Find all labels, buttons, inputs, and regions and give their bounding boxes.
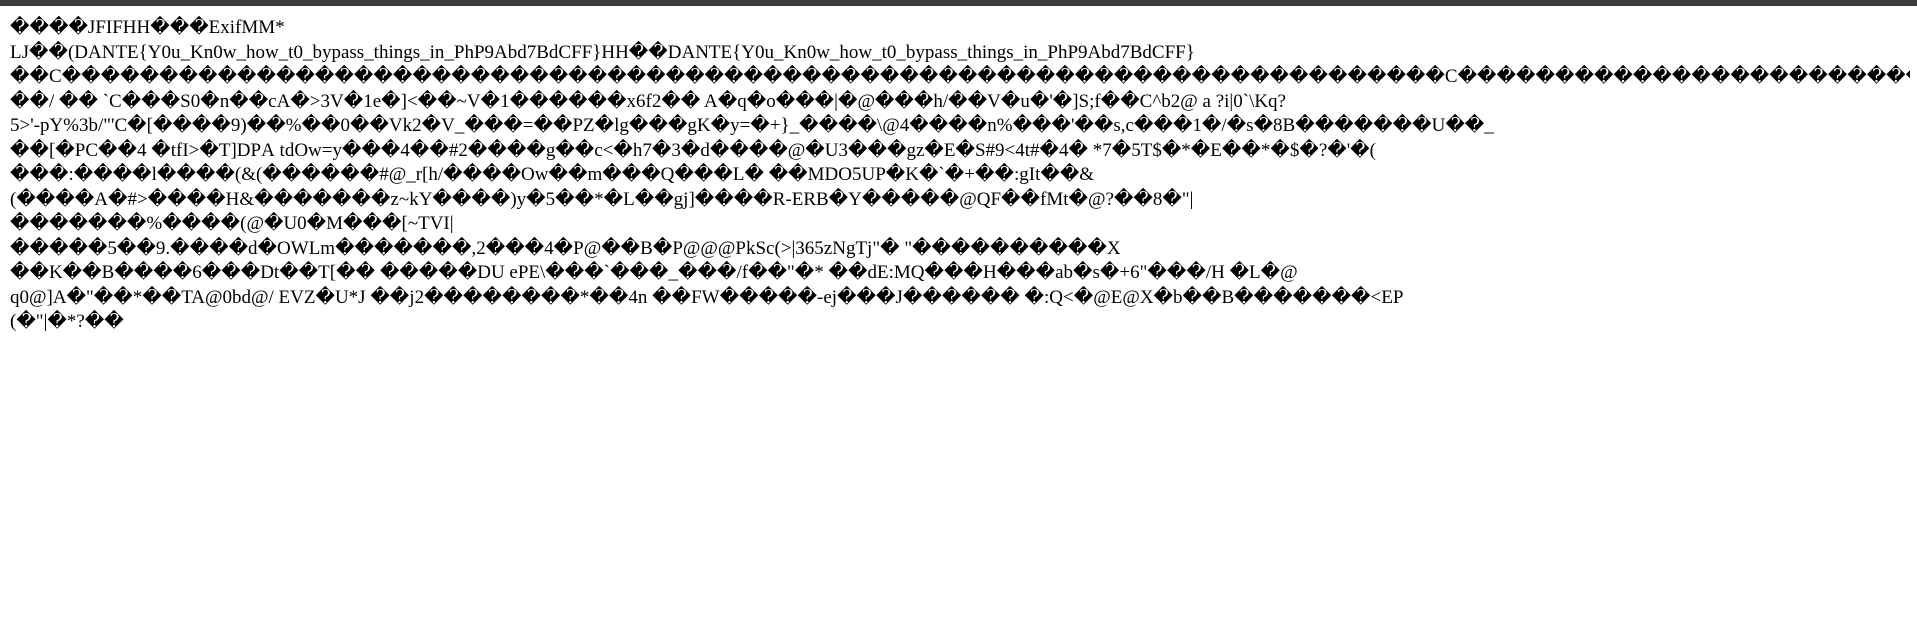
text-line: ��K��B����6���Dt��T[�� �����DU eP… [10,261,1910,286]
text-line: ��[�PC��4 �tfI>�T]DPA tdOw=y���4��#… [10,139,1910,164]
text-line: (����A�#>����H&�������z~kY����… [10,188,1910,213]
text-line: q0@]A�"��*��TA@0bd@/ EVZ�U*… [10,286,1910,311]
text-line: ��C�������������������������������������… [10,65,1910,90]
raw-file-content: ����JFIFHH���ExifMM*    LJ�… [10,16,1910,335]
text-line: ���:����l����(&(������#@_r[h/����O… [10,163,1910,188]
text-line: ����JFIFHH���ExifMM*    [10,16,1910,41]
text-line: 5>'-pY%3b/"'C�[����9)��%��0… [10,114,1910,139]
text-line: (�"|�*?�� [10,310,1910,335]
text-line: ��/ �� `C���S0�n��cA�>3V�1e�]<��~V�1… [10,90,1910,115]
text-line: �������%����(@�U0�M���[~TVI… [10,212,1910,237]
text-line: LJ��(DANTE{Y0u_Kn0w… [10,41,1910,66]
text-line: �����5��9.����d�OWLm�������,2���4�P@… [10,237,1910,262]
browser-top-bar [0,0,1917,6]
